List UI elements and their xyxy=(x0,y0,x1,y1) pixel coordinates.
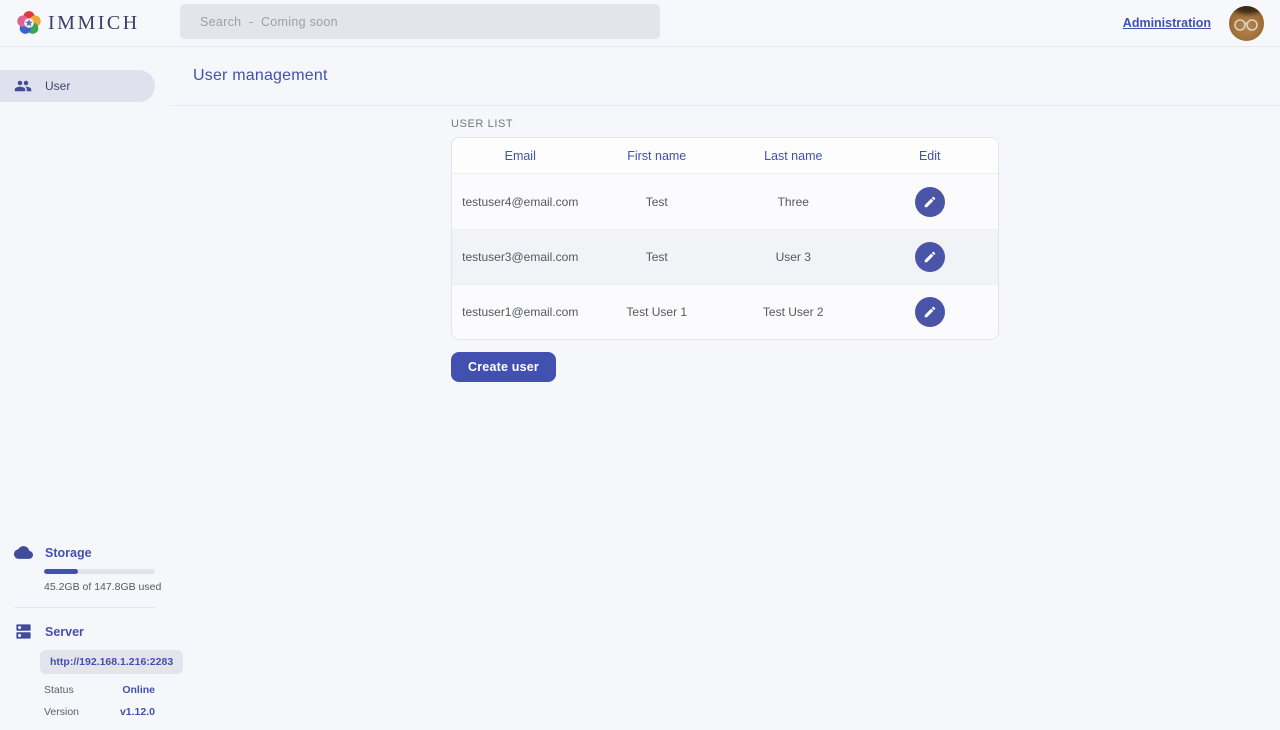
status-label: Status xyxy=(44,684,74,696)
user-avatar[interactable] xyxy=(1229,6,1264,41)
user-list-label: USER LIST xyxy=(451,118,999,130)
user-first-name: Test xyxy=(589,250,726,264)
user-first-name: Test User 1 xyxy=(589,305,726,319)
table-header-row: Email First name Last name Edit xyxy=(452,138,998,174)
user-email: testuser4@email.com xyxy=(452,195,589,209)
immich-logo: IMMICH xyxy=(16,10,140,36)
edit-user-button[interactable] xyxy=(915,297,945,327)
version-label: Version xyxy=(44,706,79,718)
app-header: IMMICH Administration xyxy=(0,0,1280,47)
user-last-name: Three xyxy=(725,195,862,209)
server-status-row: Status Online xyxy=(44,684,155,696)
column-header-edit: Edit xyxy=(862,149,999,163)
user-last-name: Test User 2 xyxy=(725,305,862,319)
version-value: v1.12.0 xyxy=(120,706,155,718)
user-email: testuser1@email.com xyxy=(452,305,589,319)
storage-heading: Storage xyxy=(0,543,170,562)
immich-flower-icon xyxy=(16,10,42,36)
page-title: User management xyxy=(193,67,328,85)
main-area: User management USER LIST Email First na… xyxy=(170,47,1280,730)
table-row: testuser1@email.com Test User 1 Test Use… xyxy=(452,284,998,339)
edit-user-button[interactable] xyxy=(915,242,945,272)
cloud-icon xyxy=(14,543,33,562)
sidebar-item-user[interactable]: User xyxy=(0,70,155,102)
user-email: testuser3@email.com xyxy=(452,250,589,264)
pencil-icon xyxy=(923,195,937,209)
storage-title: Storage xyxy=(45,546,92,560)
column-header-first-name: First name xyxy=(589,149,726,163)
administration-link[interactable]: Administration xyxy=(1123,16,1211,30)
column-header-last-name: Last name xyxy=(725,149,862,163)
table-row: testuser4@email.com Test Three xyxy=(452,174,998,229)
pencil-icon xyxy=(923,305,937,319)
create-user-button[interactable]: Create user xyxy=(451,352,556,382)
user-last-name: User 3 xyxy=(725,250,862,264)
storage-usage-text: 45.2GB of 147.8GB used xyxy=(44,581,170,593)
column-header-email: Email xyxy=(452,149,589,163)
user-list-section: USER LIST Email First name Last name Edi… xyxy=(451,106,999,382)
server-version-row: Version v1.12.0 xyxy=(44,706,155,718)
avatar-photo-shadow xyxy=(1233,6,1263,14)
server-title: Server xyxy=(45,625,84,639)
storage-progress-bar xyxy=(44,569,155,574)
storage-progress-fill xyxy=(44,569,78,574)
users-group-icon xyxy=(14,77,32,95)
table-row: testuser3@email.com Test User 3 xyxy=(452,229,998,284)
edit-user-button[interactable] xyxy=(915,187,945,217)
sidebar-divider xyxy=(14,607,156,608)
server-heading: Server xyxy=(0,622,170,641)
server-icon xyxy=(14,622,33,641)
pencil-icon xyxy=(923,250,937,264)
glasses-icon xyxy=(1233,18,1260,32)
sidebar-item-user-label: User xyxy=(45,79,70,93)
search-input[interactable] xyxy=(180,4,660,39)
user-first-name: Test xyxy=(589,195,726,209)
server-url-chip: http://192.168.1.216:2283 xyxy=(40,650,183,674)
header-right: Administration xyxy=(1123,6,1264,41)
logo-wordmark: IMMICH xyxy=(48,12,140,35)
user-table: Email First name Last name Edit testuser… xyxy=(451,137,999,340)
status-value: Online xyxy=(122,684,155,696)
sidebar-bottom: Storage 45.2GB of 147.8GB used Server ht… xyxy=(0,543,170,730)
page-header: User management xyxy=(170,47,1280,106)
sidebar: User Storage 45.2GB of 147.8GB used Serv… xyxy=(0,47,170,730)
